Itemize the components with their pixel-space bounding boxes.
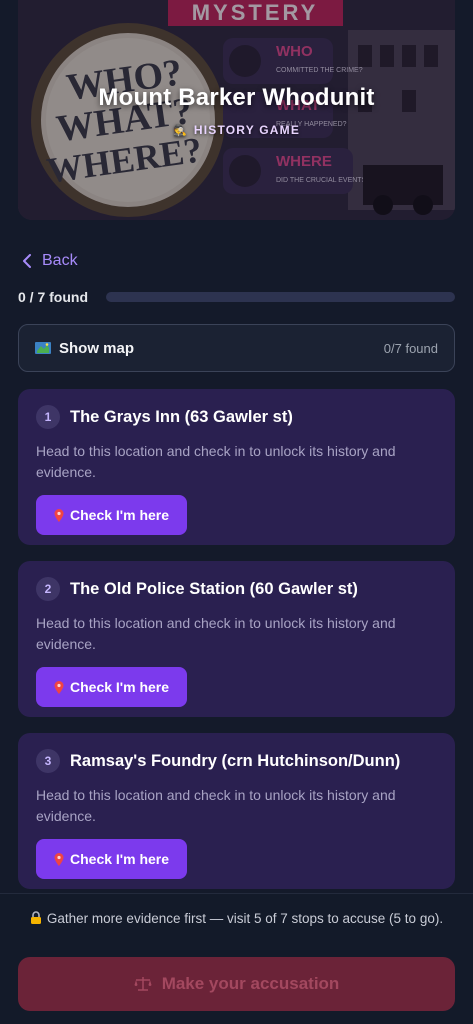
accusation-label: Make your accusation [161, 974, 340, 993]
show-map-label: Show map [59, 339, 135, 357]
check-in-label: Check I'm here [70, 507, 170, 523]
pin-icon [54, 680, 64, 694]
detective-icon: 🕵 [172, 125, 188, 137]
stop-card: 3 Ramsay's Foundry (crn Hutchinson/Dunn)… [18, 733, 455, 889]
back-label: Back [42, 252, 78, 269]
check-in-button[interactable]: Check I'm here [36, 495, 188, 535]
check-in-label: Check I'm here [70, 679, 170, 695]
check-in-button[interactable]: Check I'm here [36, 839, 188, 879]
stop-title: The Old Police Station (60 Gawler st) [70, 579, 358, 598]
map-found-count: 0/7 found [383, 340, 438, 356]
check-in-label: Check I'm here [70, 851, 170, 867]
stop-number: 3 [36, 749, 60, 773]
app-page: MYSTERY WHO? WHAT? WHERE? WHO COMMITTED … [0, 0, 473, 1024]
pin-icon [54, 508, 64, 522]
progress-label: 0 / 7 found [18, 289, 88, 305]
page-title: Mount Barker Whodunit [98, 84, 375, 111]
game-type-label: 🕵 HISTORY GAME [18, 123, 455, 137]
stop-title: Ramsay's Foundry (crn Hutchinson/Dunn) [70, 751, 401, 770]
chevron-left-icon [23, 254, 31, 268]
check-in-button[interactable]: Check I'm here [36, 667, 188, 707]
gate-text: Gather more evidence first — visit 5 of … [46, 911, 444, 926]
stop-description: Head to this location and check in to un… [36, 787, 396, 824]
back-button[interactable]: Back [22, 252, 78, 270]
stop-number: 2 [36, 577, 60, 601]
stop-card: 1 The Grays Inn (63 Gawler st) Head to t… [18, 389, 455, 545]
stop-title: The Grays Inn (63 Gawler st) [70, 407, 293, 426]
accusation-gate-message: Gather more evidence first — visit 5 of … [22, 908, 451, 929]
progress-bar [106, 292, 455, 302]
stop-description: Head to this location and check in to un… [36, 615, 396, 652]
map-icon [35, 342, 51, 354]
hero-banner: MYSTERY WHO? WHAT? WHERE? WHO COMMITTED … [18, 0, 455, 220]
lock-icon [30, 911, 41, 924]
show-map-toggle[interactable]: Show map 0/7 found [18, 324, 455, 372]
stop-description: Head to this location and check in to un… [36, 443, 396, 480]
make-accusation-button[interactable]: Make your accusation [18, 957, 455, 1011]
pin-icon [54, 852, 64, 866]
stop-card: 2 The Old Police Station (60 Gawler st) … [18, 561, 455, 717]
scales-icon [134, 977, 152, 991]
game-type-text: HISTORY GAME [193, 123, 301, 137]
accusation-footer: Gather more evidence first — visit 5 of … [0, 893, 473, 1024]
stop-number: 1 [36, 405, 60, 429]
